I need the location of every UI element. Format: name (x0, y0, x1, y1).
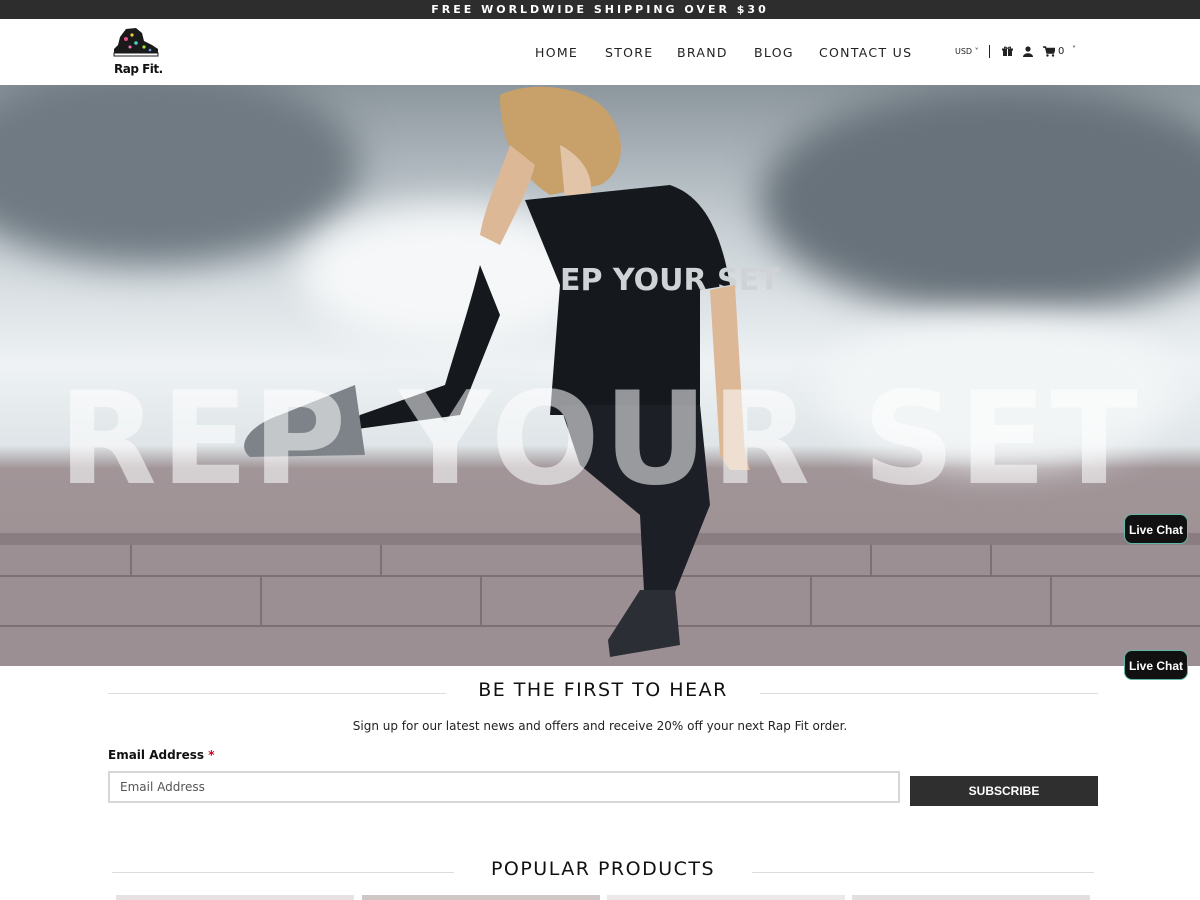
email-field[interactable] (108, 771, 900, 803)
product-card[interactable] (607, 895, 845, 900)
nav-blog[interactable]: BLOG (754, 45, 794, 60)
hero-overlay-text: REP YOUR SET (58, 365, 1142, 514)
email-label: Email Address * (108, 748, 214, 762)
brick-line (870, 545, 872, 575)
subscribe-button[interactable]: SUBSCRIBE (910, 776, 1098, 806)
shirt-print: EP YOUR SET (560, 263, 780, 298)
brick-line (1050, 577, 1052, 625)
nav-brand[interactable]: BRAND (677, 45, 728, 60)
gift-icon[interactable] (1002, 46, 1013, 57)
product-card[interactable] (362, 895, 600, 900)
sneaker-logo-icon (113, 28, 159, 57)
newsletter-title: BE THE FIRST TO HEAR (478, 679, 728, 701)
nav-contact-us[interactable]: CONTACT US (819, 45, 912, 60)
cart-icon[interactable] (1043, 46, 1055, 57)
email-label-text: Email Address (108, 748, 205, 762)
chevron-down-icon[interactable]: ˅ (1072, 45, 1076, 54)
required-mark: * (208, 748, 215, 762)
product-card[interactable] (852, 895, 1090, 900)
brand-logo[interactable]: Rap Fit. (112, 27, 164, 77)
chevron-down-icon: ˅ (974, 47, 979, 56)
brick-line (130, 545, 132, 575)
popular-heading: POPULAR PRODUCTS (108, 858, 1098, 888)
popular-title: POPULAR PRODUCTS (490, 858, 716, 880)
announcement-text: FREE WORLDWIDE SHIPPING OVER $30 (431, 3, 769, 16)
brand-name: Rap Fit. (114, 62, 163, 76)
newsletter-subtitle: Sign up for our latest news and offers a… (352, 719, 848, 733)
nav-store[interactable]: STORE (605, 45, 654, 60)
live-chat-button[interactable]: Live Chat (1124, 514, 1188, 544)
product-card[interactable] (116, 895, 354, 900)
currency-label: USD (955, 47, 973, 56)
cart-count[interactable]: 0 (1058, 46, 1064, 57)
newsletter-heading: BE THE FIRST TO HEAR (108, 679, 1098, 709)
site-header: Rap Fit. HOME STORE BRAND BLOG CONTACT U… (0, 19, 1200, 85)
live-chat-button[interactable]: Live Chat (1124, 650, 1188, 680)
cloud (760, 85, 1200, 315)
currency-selector[interactable]: USD ˅ (955, 47, 979, 56)
nav-home[interactable]: HOME (535, 45, 578, 60)
brick-line (990, 545, 992, 575)
announcement-bar: FREE WORLDWIDE SHIPPING OVER $30 (0, 0, 1200, 19)
user-icon[interactable] (1023, 46, 1033, 57)
hero-banner[interactable]: EP YOUR SET REP YOUR SET (0, 85, 1200, 666)
divider (989, 45, 990, 58)
